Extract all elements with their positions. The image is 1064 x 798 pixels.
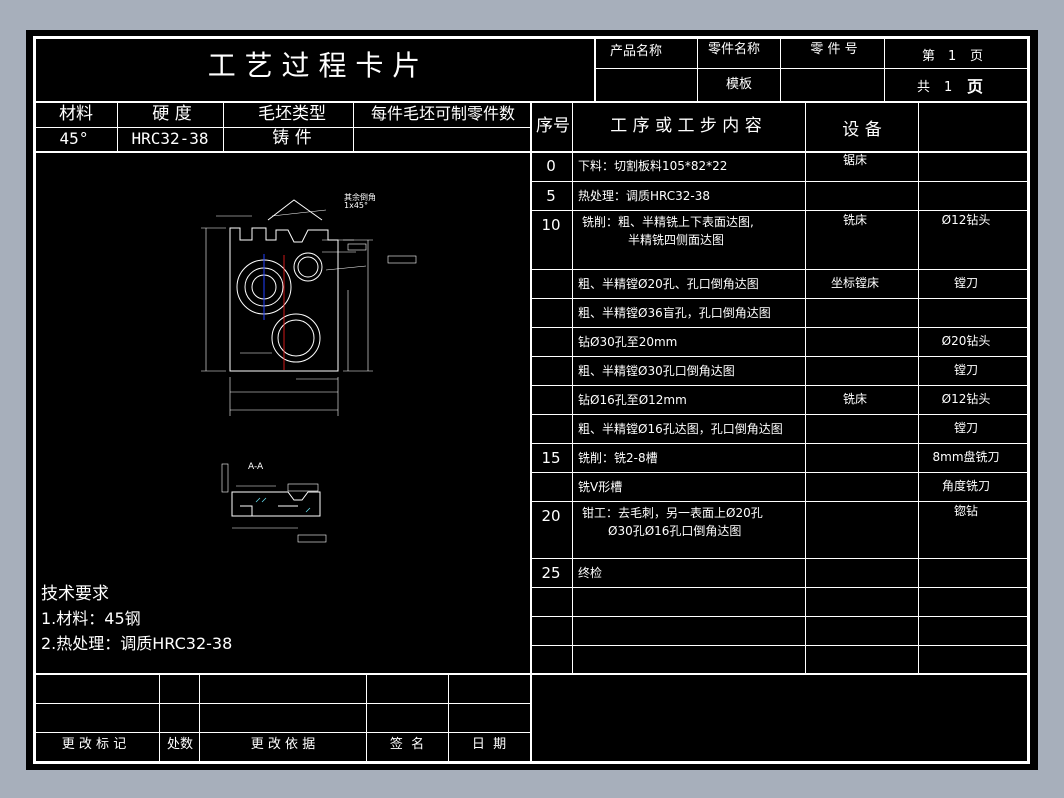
- grid-line: [1027, 36, 1030, 764]
- section-label: A-A: [248, 462, 264, 472]
- grid-line: [530, 587, 1030, 588]
- grid-line: [33, 127, 530, 128]
- grid-line: [697, 36, 698, 103]
- grid-line: [530, 616, 1030, 617]
- grid-line: [530, 414, 1030, 415]
- grid-line: [530, 443, 1030, 444]
- grid-line: [530, 151, 1030, 153]
- grid-line: [530, 356, 1030, 357]
- grid-line: [594, 36, 596, 103]
- grid-line: [530, 298, 1030, 299]
- grid-line: [159, 673, 160, 761]
- grid-line: [530, 673, 532, 764]
- grid-line: [366, 673, 367, 761]
- grid-line: [530, 181, 1030, 182]
- grid-line: [530, 385, 1030, 386]
- grid-line: [33, 732, 530, 733]
- grid-line: [33, 703, 530, 704]
- process-card-sheet: 工 艺 过 程 卡 片 产品名称 零件名称 零 件 号 模板 第 1 页 共 1…: [26, 30, 1038, 770]
- grid-line: [530, 558, 1030, 559]
- grid-line: [594, 68, 1030, 69]
- grid-line: [530, 472, 1030, 473]
- grid-line: [33, 36, 1030, 39]
- chamfer-note: 其余倒角1x45°: [344, 193, 376, 210]
- grid-line: [33, 36, 36, 764]
- grid-line: [530, 269, 1030, 270]
- part-drawing: [201, 199, 417, 543]
- grid-line: [780, 36, 781, 103]
- grid-line: [530, 501, 1030, 502]
- grid-line: [530, 210, 1030, 211]
- grid-line: [884, 36, 885, 103]
- grid-line: [199, 673, 200, 761]
- section-view: [221, 463, 327, 543]
- grid-line: [448, 673, 449, 761]
- grid-line: [530, 327, 1030, 328]
- grid-line: [530, 645, 1030, 646]
- grid-line: [33, 151, 530, 153]
